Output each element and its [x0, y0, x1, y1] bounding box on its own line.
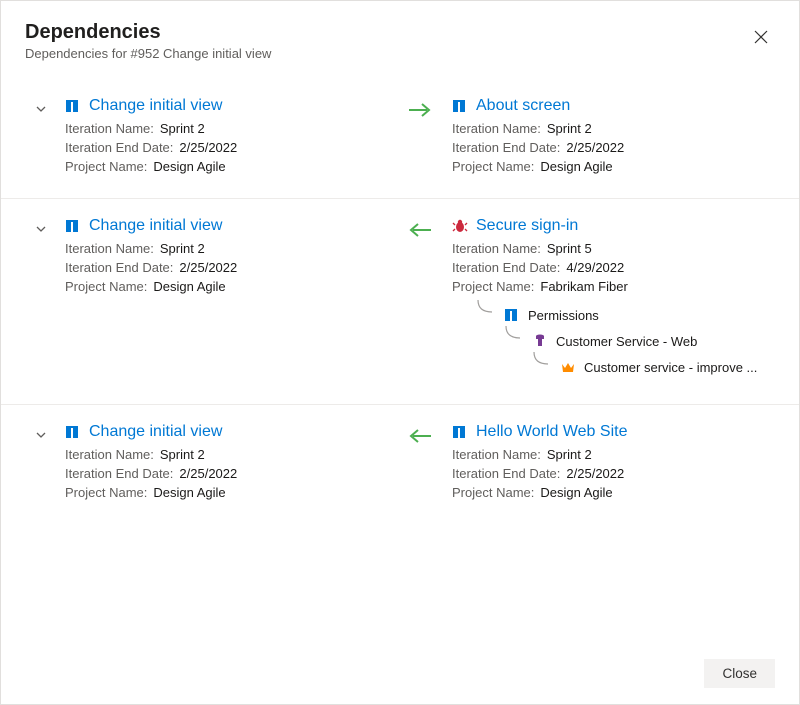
chevron-down-icon[interactable] [25, 97, 57, 115]
project-name-line: Project Name:Design Agile [65, 159, 388, 174]
connector-icon [528, 358, 552, 376]
iteration-name-line: Iteration Name:Sprint 2 [65, 121, 388, 136]
iteration-end-line: Iteration End Date:2/25/2022 [65, 260, 388, 275]
crown-icon [560, 359, 576, 375]
project-name-line: Project Name:Design Agile [65, 485, 388, 500]
connector-icon [500, 332, 524, 350]
epic-icon [532, 333, 548, 349]
iteration-end-line: Iteration End Date:4/29/2022 [452, 260, 775, 275]
chevron-down-icon[interactable] [25, 217, 57, 235]
dialog-header: Dependencies Dependencies for #952 Chang… [1, 1, 799, 71]
project-name-line: Project Name:Fabrikam Fiber [452, 279, 775, 294]
dependency-row: Change initial view Iteration Name:Sprint… [1, 405, 799, 524]
feature-icon [65, 424, 81, 440]
child-items: Permissions Customer Service - Web Custome… [452, 306, 775, 376]
child-item-label: Customer service - improve ... [584, 360, 757, 375]
feature-icon [452, 98, 468, 114]
dependency-card-left: Change initial view Iteration Name:Sprint… [65, 97, 388, 178]
iteration-end-line: Iteration End Date:2/25/2022 [452, 466, 775, 481]
dependency-card-left: Change initial view Iteration Name:Sprint… [65, 217, 388, 298]
project-name-line: Project Name:Design Agile [452, 485, 775, 500]
child-item[interactable]: Customer Service - Web [452, 332, 775, 350]
work-item-link[interactable]: Change initial view [89, 97, 222, 115]
feature-icon [65, 98, 81, 114]
dependency-card-right: About screen Iteration Name:Sprint 2 Itera… [452, 97, 775, 178]
feature-icon [65, 218, 81, 234]
work-item-link[interactable]: Secure sign-in [476, 217, 578, 235]
close-icon[interactable] [747, 23, 775, 51]
dependency-list: Change initial view Iteration Name:Sprint… [1, 79, 799, 524]
feature-icon [452, 424, 468, 440]
dependency-card-right: Secure sign-in Iteration Name:Sprint 5 Ite… [452, 217, 775, 384]
iteration-name-line: Iteration Name:Sprint 2 [452, 447, 775, 462]
iteration-end-line: Iteration End Date:2/25/2022 [65, 140, 388, 155]
dialog-subtitle: Dependencies for #952 Change initial vie… [25, 46, 775, 61]
arrow-right-icon [396, 97, 444, 119]
iteration-end-line: Iteration End Date:2/25/2022 [452, 140, 775, 155]
dependency-card-right: Hello World Web Site Iteration Name:Sprin… [452, 423, 775, 504]
project-name-line: Project Name:Design Agile [452, 159, 775, 174]
work-item-link[interactable]: Change initial view [89, 423, 222, 441]
dialog-footer: Close [704, 659, 775, 688]
arrow-left-icon [396, 423, 444, 445]
child-item[interactable]: Permissions [452, 306, 775, 324]
child-item[interactable]: Customer service - improve ... [452, 358, 775, 376]
iteration-name-line: Iteration Name:Sprint 2 [452, 121, 775, 136]
child-item-label: Permissions [528, 308, 599, 323]
work-item-link[interactable]: Change initial view [89, 217, 222, 235]
close-button[interactable]: Close [704, 659, 775, 688]
arrow-left-icon [396, 217, 444, 239]
project-name-line: Project Name:Design Agile [65, 279, 388, 294]
iteration-name-line: Iteration Name:Sprint 5 [452, 241, 775, 256]
feature-icon [504, 307, 520, 323]
iteration-end-line: Iteration End Date:2/25/2022 [65, 466, 388, 481]
work-item-link[interactable]: Hello World Web Site [476, 423, 627, 441]
iteration-name-line: Iteration Name:Sprint 2 [65, 241, 388, 256]
chevron-down-icon[interactable] [25, 423, 57, 441]
dependency-row: Change initial view Iteration Name:Sprint… [1, 79, 799, 199]
work-item-link[interactable]: About screen [476, 97, 570, 115]
bug-icon [452, 218, 468, 234]
iteration-name-line: Iteration Name:Sprint 2 [65, 447, 388, 462]
child-item-label: Customer Service - Web [556, 334, 697, 349]
dependency-row: Change initial view Iteration Name:Sprint… [1, 199, 799, 405]
dialog-title: Dependencies [25, 21, 775, 44]
dependency-card-left: Change initial view Iteration Name:Sprint… [65, 423, 388, 504]
connector-icon [472, 306, 496, 324]
